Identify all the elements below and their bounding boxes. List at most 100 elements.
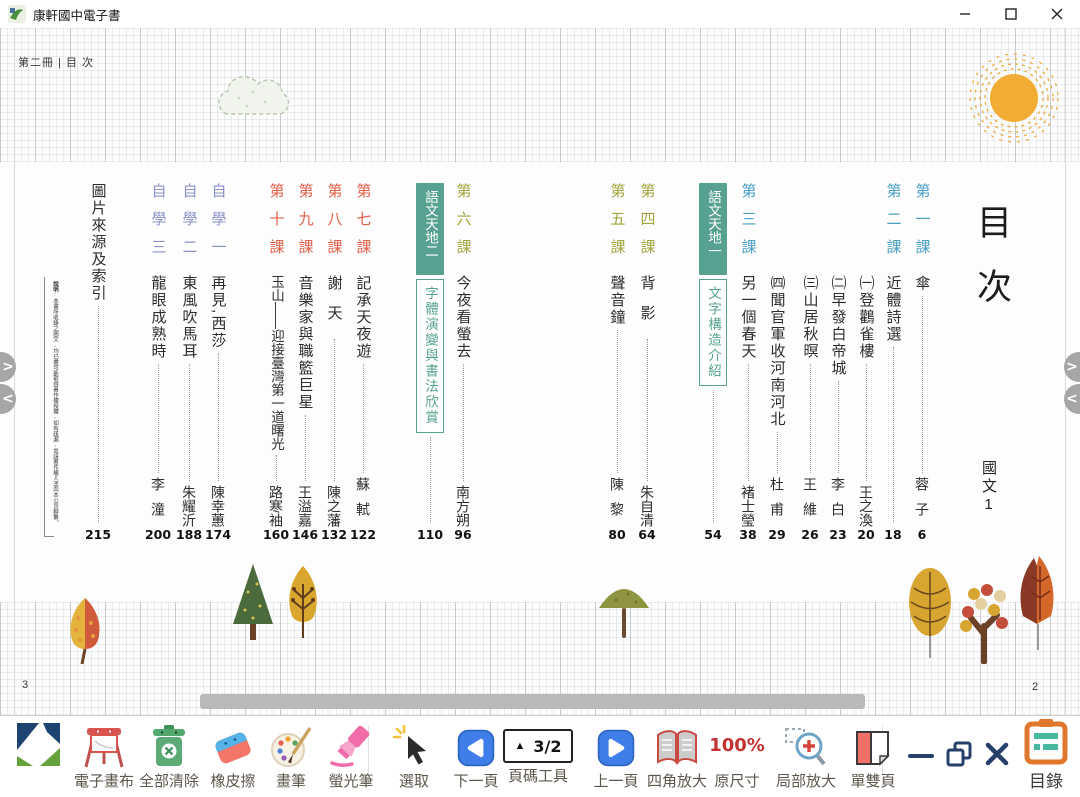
lesson-number: 第一課 [912, 183, 933, 275]
lesson-page-number: 23 [829, 527, 846, 545]
window-close-button[interactable] [1034, 0, 1080, 28]
page-indicator-box[interactable]: ▲ 3/2 [503, 729, 573, 763]
select-button[interactable]: 選取 [382, 720, 446, 791]
toc-entry[interactable]: 第十課 玉山——迎接臺灣第一道曙光 路寒袖 160 [261, 183, 291, 545]
toc-entry[interactable]: 自學三 龍眼成熟時 李潼 200 [143, 183, 173, 545]
lesson-title: 圖片來源及索引 [88, 183, 109, 302]
hundred-percent-icon: 100% [709, 724, 765, 768]
toolbar-label: 局部放大 [770, 770, 842, 791]
toolbar-label: 原尺寸 [705, 770, 769, 791]
page-title: 目次 [966, 204, 1017, 332]
highlighter-button[interactable]: 螢光筆 [319, 720, 383, 791]
book-viewport: 第二冊 | 目 次 目次 國文1 第一課 傘 蓉子 6 第二課 近 [0, 28, 1080, 715]
lesson-title: 再見,西莎 [208, 275, 229, 349]
original-size-button[interactable]: 100% 原尺寸 [705, 720, 769, 791]
toc-button[interactable]: 目錄 [1016, 718, 1076, 792]
lesson-author: 南方朔 [453, 485, 473, 527]
lesson-number: 第五課 [607, 183, 628, 275]
toolbar-label: 橡皮擦 [201, 770, 265, 791]
lesson-author: 朱耀沂 [179, 485, 199, 527]
page-forward-arrow-right-side[interactable]: > [1064, 352, 1080, 382]
dotted-leader [98, 306, 99, 523]
window-maximize-button[interactable] [988, 0, 1034, 28]
lesson-number: 第八課 [324, 183, 345, 275]
toc-entry[interactable]: 第三課 另一個春天 褚士瑩 38 [733, 183, 763, 545]
partial-zoom-button[interactable]: 局部放大 [770, 720, 842, 791]
toc-entry-unit[interactable]: 語文天地一 文字構造介紹 54 [698, 183, 728, 545]
toolbar-label: 選取 [382, 770, 446, 791]
corner-zoom-button[interactable]: 四角放大 [645, 720, 709, 791]
clear-all-button[interactable]: 全部清除 [137, 720, 201, 791]
toc-entry[interactable]: ㈢山居秋暝 王維 26 [795, 183, 825, 545]
lesson-page-number: 18 [884, 527, 901, 545]
tree-pine-illustration [230, 562, 276, 644]
toolbar-label: 下一頁 [444, 770, 508, 791]
toc-entry[interactable]: ㈣聞官軍收河南河北 杜甫 29 [762, 183, 792, 545]
kangxuan-logo-icon [12, 720, 64, 768]
toolbar-restore-button[interactable] [943, 740, 975, 775]
toc-entry[interactable]: 第八課 謝天 陳之藩 132 [319, 183, 349, 545]
toc-entry[interactable]: 第九課 音樂家與職籃巨星 王溢嘉 146 [290, 183, 320, 545]
toc-entry-unit[interactable]: 語文天地二 字體演變與書法欣賞 110 [415, 183, 445, 545]
lesson-title: 記承天夜遊 [353, 275, 374, 360]
page-back-arrow-right-side[interactable]: < [1064, 384, 1080, 414]
lesson-title: 傘 [912, 275, 933, 292]
restore-window-icon [944, 740, 974, 770]
dotted-leader [647, 339, 648, 481]
next-page-button[interactable]: 下一頁 [444, 720, 508, 791]
prev-page-button[interactable]: 上一頁 [584, 720, 648, 791]
lesson-title: 背影 [637, 275, 658, 335]
dotted-leader [158, 364, 159, 473]
single-double-page-button[interactable]: 單雙頁 [841, 720, 905, 791]
toolbar-minimize-button[interactable] [905, 740, 937, 773]
lesson-author: 王溢嘉 [295, 485, 315, 527]
lesson-author: 李潼 [148, 477, 168, 527]
page-jump-triangle-icon[interactable]: ▲ [515, 740, 526, 752]
toc-entry[interactable]: 圖片來源及索引 215 [83, 183, 113, 545]
dotted-leader [430, 437, 431, 524]
unit-header: 語文天地二 [416, 183, 444, 275]
minimize-icon [959, 8, 971, 20]
canvas-button[interactable]: 電子畫布 [72, 720, 136, 791]
page-number-tool[interactable]: ▲ 3/2 頁碼工具 [502, 720, 574, 786]
tree-golden-oval-illustration [905, 566, 955, 660]
tree-autumn-leaf-illustration [1012, 554, 1062, 654]
lesson-author: 朱自清 [637, 485, 657, 527]
toc-entry[interactable]: 自學二 東風吹馬耳 朱耀沂 188 [174, 183, 204, 545]
lesson-number: 第六課 [453, 183, 474, 275]
lesson-page-number: 200 [145, 527, 171, 545]
toolbar-label: 上一頁 [584, 770, 648, 791]
sun-illustration [968, 52, 1060, 144]
toc-entry[interactable]: 第五課 聲音鐘 陳黎 80 [602, 183, 632, 545]
brush-button[interactable]: 畫筆 [259, 720, 323, 791]
toolbar-close-button[interactable] [981, 740, 1013, 773]
highlighter-icon [319, 720, 383, 768]
lesson-number: 第十課 [266, 183, 287, 275]
window-minimize-button[interactable] [942, 0, 988, 28]
toolbar-label: 螢光筆 [319, 770, 383, 791]
toc-entry[interactable]: 第一課 傘 蓉子 6 [907, 183, 937, 545]
breadcrumb: 第二冊 | 目 次 [18, 54, 94, 70]
toc-entry[interactable]: 第四課 背影 朱自清 64 [632, 183, 662, 545]
tree-umbrella-illustration [596, 576, 652, 642]
toc-entry[interactable]: 第七課 記承天夜遊 蘇軾 122 [348, 183, 378, 545]
horizontal-scrollbar-thumb[interactable] [200, 694, 865, 709]
lesson-author: 陳幸蕙 [208, 485, 228, 527]
dotted-leader [866, 364, 867, 481]
dotted-leader [218, 353, 219, 481]
toc-entry[interactable]: 自學一 再見,西莎 陳幸蕙 174 [203, 183, 233, 545]
tree-two-tone-leaf-illustration [60, 596, 110, 666]
toc-entry[interactable]: ㈡早發白帝城 李白 23 [823, 183, 853, 545]
note-heading: 說明 [52, 281, 58, 292]
toc-entry[interactable]: ㈠登鸛雀樓 王之渙 20 [851, 183, 881, 545]
minimize-icon [908, 740, 934, 768]
lesson-title: 玉山——迎接臺灣第一道曙光 [266, 275, 286, 451]
toc-entry[interactable]: 第二課 近體詩選 18 [878, 183, 908, 545]
dotted-leader [463, 364, 464, 481]
single-double-page-icon [841, 720, 905, 768]
toc-entry[interactable]: 第六課 今夜看螢去 南方朔 96 [448, 183, 478, 545]
bottom-toolbar: 電子畫布 全部清除 [0, 715, 1080, 797]
dotted-leader [334, 339, 335, 481]
eraser-button[interactable]: 橡皮擦 [201, 720, 265, 791]
lesson-page-number: 38 [739, 527, 756, 545]
